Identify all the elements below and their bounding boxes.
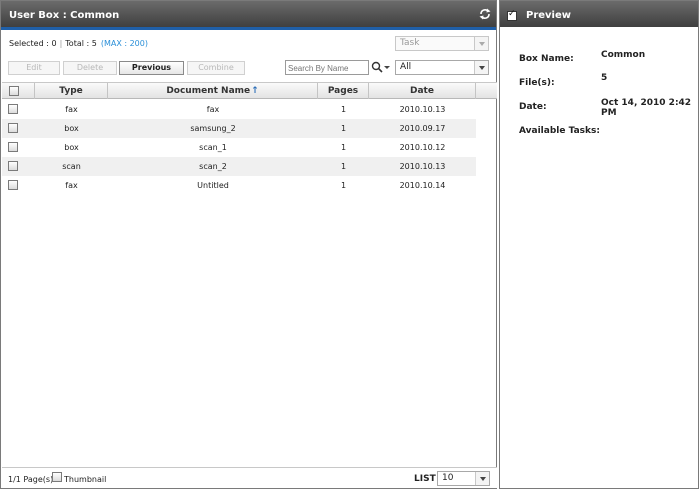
title-accent-line (1, 27, 496, 30)
row-checkbox[interactable] (8, 142, 18, 152)
max-count: (MAX : 200) (100, 39, 148, 48)
filter-select-value: All (400, 62, 412, 72)
filter-select[interactable]: All (395, 60, 489, 75)
box-name-value: Common (601, 50, 646, 60)
select-all-checkbox[interactable] (9, 86, 19, 96)
available-tasks-label: Available Tasks: (519, 126, 600, 136)
sort-ascending-icon: ↑ (251, 86, 259, 96)
column-header-date[interactable]: Date (369, 83, 476, 99)
cell-document-name[interactable]: samsung_2 (108, 119, 318, 138)
page-size-select[interactable]: 10 (437, 471, 490, 486)
selection-info: Selected : 0 | Total : 5 (MAX : 200) (9, 39, 148, 48)
user-box-panel: User Box : Common Selected : 0 | Total : 5… (0, 0, 497, 489)
list-footer: 1/1 Page(s) Thumbnail LIST 10 (2, 467, 497, 488)
cell-type: box (64, 143, 79, 152)
preview-panel: Preview Box Name: Common File(s): 5 Date… (499, 0, 699, 489)
cell-document-name[interactable]: fax (108, 100, 318, 119)
table-row[interactable]: fax fax 1 2010.10.13 (2, 100, 476, 119)
refresh-icon[interactable] (478, 7, 492, 21)
table-row[interactable]: box scan_1 1 2010.10.12 (2, 138, 476, 157)
cell-pages: 1 (340, 162, 347, 171)
task-select[interactable]: Task (395, 36, 489, 51)
table-header: Type Document Name↑ Pages Date (2, 82, 497, 99)
column-header-document-name[interactable]: Document Name↑ (108, 83, 318, 99)
cell-pages: 1 (340, 124, 347, 133)
cell-date: 2010.10.13 (399, 105, 446, 114)
column-header-pages[interactable]: Pages (318, 83, 369, 99)
previous-button[interactable]: Previous (119, 61, 184, 75)
cell-document-name[interactable]: scan_2 (108, 157, 318, 176)
column-header-document-name-label: Document Name (166, 86, 251, 96)
cell-date: 2010.10.14 (399, 181, 446, 190)
list-label: LIST (414, 474, 436, 484)
date-value: Oct 14, 2010 2:42 PM (601, 98, 692, 118)
page-size-value: 10 (442, 473, 454, 483)
combine-button[interactable]: Combine (187, 61, 245, 75)
thumbnail-checkbox[interactable] (52, 472, 62, 482)
total-count: Total : 5 (65, 39, 97, 48)
chevron-down-icon (474, 37, 488, 50)
date-label: Date: (519, 102, 547, 112)
search-icon[interactable] (371, 60, 383, 74)
separator: | (59, 39, 63, 48)
panel-title: User Box : Common (1, 1, 496, 27)
edit-button[interactable]: Edit (8, 61, 60, 75)
cell-pages: 1 (340, 181, 347, 190)
files-label: File(s): (519, 78, 555, 88)
select-all-column (2, 83, 35, 99)
cell-type: box (64, 124, 79, 133)
table-row[interactable]: scan scan_2 1 2010.10.13 (2, 157, 476, 176)
task-select-value: Task (400, 38, 420, 48)
column-header-type[interactable]: Type (35, 83, 108, 99)
cell-document-name[interactable]: Untitled (108, 176, 318, 195)
preview-toggle-checkbox[interactable] (507, 9, 517, 21)
cell-type: scan (62, 162, 81, 171)
preview-title: Preview (500, 1, 698, 27)
search-input[interactable] (285, 60, 369, 75)
table-row[interactable]: box samsung_2 1 2010.09.17 (2, 119, 476, 138)
row-checkbox[interactable] (8, 123, 18, 133)
delete-button[interactable]: Delete (63, 61, 117, 75)
row-checkbox[interactable] (8, 104, 18, 114)
table-row[interactable]: fax Untitled 1 2010.10.14 (2, 176, 476, 195)
cell-document-name[interactable]: scan_1 (108, 138, 318, 157)
cell-date: 2010.10.13 (399, 162, 446, 171)
search-options-chevron-icon[interactable] (383, 60, 391, 74)
selected-count: Selected : 0 (9, 39, 57, 48)
row-checkbox[interactable] (8, 161, 18, 171)
cell-type: fax (65, 181, 78, 190)
page-count: 1/1 Page(s) (8, 475, 54, 484)
cell-pages: 1 (340, 143, 347, 152)
thumbnail-label: Thumbnail (64, 475, 107, 484)
cell-date: 2010.10.12 (399, 143, 446, 152)
row-checkbox[interactable] (8, 180, 18, 190)
chevron-down-icon (474, 61, 488, 74)
cell-pages: 1 (340, 105, 347, 114)
cell-type: fax (65, 105, 78, 114)
chevron-down-icon (475, 472, 489, 485)
files-value: 5 (601, 73, 608, 83)
cell-date: 2010.09.17 (399, 124, 446, 133)
box-name-label: Box Name: (519, 54, 574, 64)
